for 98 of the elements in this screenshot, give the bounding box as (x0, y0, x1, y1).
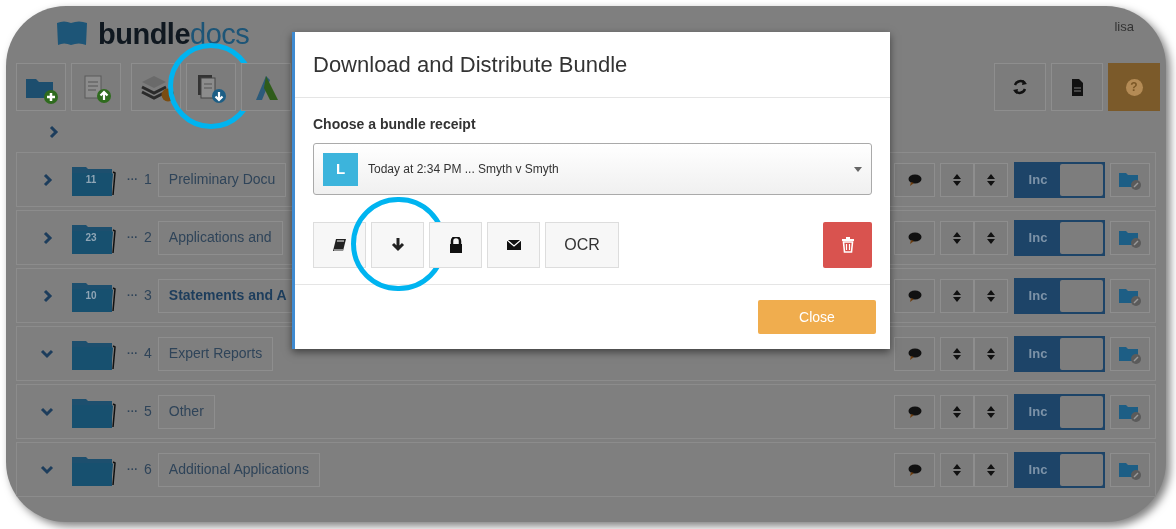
ellipsis-text: ··· (127, 232, 138, 243)
comment-button[interactable] (894, 162, 935, 197)
comment-button[interactable] (894, 336, 935, 371)
download-icon (389, 237, 406, 253)
toolbar-button[interactable] (1051, 63, 1103, 111)
dialog-title: Download and Distribute Bundle (313, 51, 628, 79)
sort-icon (987, 463, 995, 476)
speech-bubble-icon (907, 231, 922, 244)
dropdown-caret-icon (854, 166, 862, 172)
section-title[interactable]: Additional Applications (157, 452, 320, 487)
logo-text: bundledocs (98, 19, 250, 49)
speech-bubble-icon (907, 405, 922, 418)
field-label: Choose a bundle receipt (313, 115, 477, 134)
chevron-right-icon (41, 230, 53, 245)
ellipsis-text: ··· (127, 290, 138, 301)
comment-button[interactable] (894, 220, 935, 255)
sort-button[interactable] (940, 394, 974, 429)
ellipsis-text: ··· (127, 348, 138, 359)
user-name[interactable]: lisa (1114, 17, 1134, 37)
section-number: 5 (144, 402, 152, 421)
sort-icon (953, 173, 961, 186)
sort-button[interactable] (974, 336, 1008, 371)
comment-button[interactable] (894, 394, 935, 429)
ellipsis-text: ··· (127, 406, 138, 417)
chevron-right-icon (48, 125, 59, 139)
section-number: 1 (144, 170, 152, 189)
comment-button[interactable] (894, 452, 935, 487)
sort-icon (953, 405, 961, 418)
sort-icon (953, 463, 961, 476)
envelope-icon (505, 237, 522, 253)
expand-toggle[interactable] (39, 464, 55, 475)
sort-icon (953, 347, 961, 360)
include-toggle[interactable]: Inc (1014, 393, 1105, 430)
sort-icon (953, 289, 961, 302)
comment-button[interactable] (894, 278, 935, 313)
sort-icon (987, 347, 995, 360)
toolbar-button[interactable] (186, 63, 236, 111)
sort-button[interactable] (940, 336, 974, 371)
include-toggle[interactable]: Inc (1014, 335, 1105, 372)
include-toggle[interactable]: Inc (1014, 277, 1105, 314)
chevron-right-icon (41, 172, 53, 187)
avatar-badge: L (323, 152, 358, 186)
expand-toggle[interactable] (39, 348, 55, 359)
sort-button[interactable] (940, 220, 974, 255)
toolbar-button[interactable] (16, 63, 66, 111)
sort-icon (953, 231, 961, 244)
speech-bubble-icon (907, 463, 922, 476)
speech-bubble-icon (907, 347, 922, 360)
sort-icon (987, 289, 995, 302)
sort-button[interactable] (974, 452, 1008, 487)
sort-icon (987, 173, 995, 186)
ellipsis-text: ··· (127, 464, 138, 475)
trash-icon (840, 237, 855, 253)
section-number: 6 (144, 460, 152, 479)
sort-button[interactable] (940, 162, 974, 197)
sort-button[interactable] (940, 452, 974, 487)
receipt-select[interactable]: L Today at 2:34 PM ... Smyth v Smyth (313, 143, 872, 195)
action-button[interactable] (487, 222, 540, 268)
expand-toggle[interactable] (39, 406, 55, 417)
section-number: 2 (144, 228, 152, 247)
ellipsis-text: ··· (127, 174, 138, 185)
folder-count: 23 (84, 230, 98, 245)
sort-button[interactable] (974, 278, 1008, 313)
help-icon: ? (1125, 78, 1143, 96)
sort-icon (987, 231, 995, 244)
chevron-down-icon (40, 464, 54, 475)
toolbar-button[interactable] (994, 63, 1046, 111)
speech-bubble-icon (907, 289, 922, 302)
lock-icon (447, 237, 464, 253)
section-number: 4 (144, 344, 152, 363)
help-button[interactable]: ? (1108, 63, 1160, 111)
speech-bubble-icon (907, 173, 922, 186)
include-toggle[interactable]: Inc (1014, 219, 1105, 256)
action-button[interactable] (429, 222, 482, 268)
book-icon (331, 237, 348, 253)
folder-count: 10 (84, 288, 98, 303)
section-title[interactable]: Applications and (157, 220, 283, 255)
sort-button[interactable] (974, 220, 1008, 255)
close-button[interactable]: Close (758, 300, 876, 334)
include-toggle[interactable]: Inc (1014, 451, 1105, 488)
sort-button[interactable] (974, 394, 1008, 429)
sort-button[interactable] (940, 278, 974, 313)
action-button[interactable]: OCR (545, 222, 619, 268)
chevron-down-icon (40, 406, 54, 417)
toolbar-button[interactable] (131, 63, 181, 111)
chevron-right-icon (41, 288, 53, 303)
section-title[interactable]: Preliminary Docu (157, 162, 287, 197)
section-title[interactable]: Expert Reports (157, 336, 274, 371)
breadcrumb-toggle[interactable] (48, 125, 59, 139)
delete-button[interactable] (823, 222, 872, 268)
select-value: Today at 2:34 PM ... Smyth v Smyth (368, 161, 560, 178)
include-toggle[interactable]: Inc (1014, 161, 1105, 198)
section-number: 3 (144, 286, 152, 305)
sort-button[interactable] (974, 162, 1008, 197)
section-title[interactable]: Other (157, 394, 215, 429)
sort-icon (987, 405, 995, 418)
folder-count: 11 (84, 172, 98, 187)
chevron-down-icon (40, 348, 54, 359)
